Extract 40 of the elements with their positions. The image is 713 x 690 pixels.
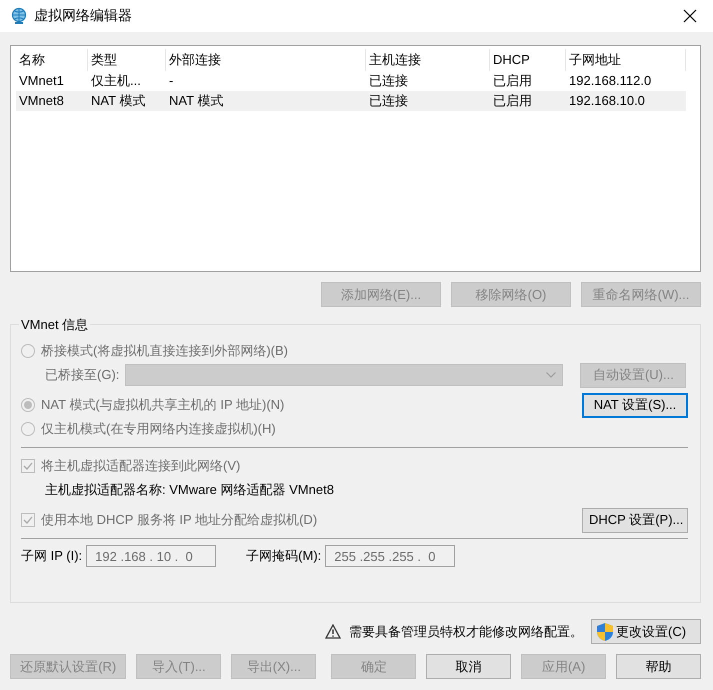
change-settings-button[interactable]: 更改设置(C)	[591, 619, 701, 644]
globe-icon	[10, 7, 28, 25]
field-label: 已桥接至(G):	[45, 366, 120, 384]
shield-icon	[596, 622, 614, 642]
checkbox-label: 使用本地 DHCP 服务将 IP 地址分配给虚拟机(D)	[41, 511, 318, 529]
table-cell[interactable]: VMnet8	[16, 91, 88, 111]
dialog-button[interactable]: 取消	[426, 654, 512, 679]
group-title: VMnet 信息	[19, 316, 90, 334]
table-cell[interactable]: 仅主机...	[88, 71, 166, 91]
radio-label: 桥接模式(将虚拟机直接连接到外部网络)(B)	[41, 342, 288, 360]
window-title: 虚拟网络编辑器	[34, 7, 133, 25]
column-header[interactable]: 外部连接	[166, 49, 366, 71]
dhcp-settings-button[interactable]: DHCP 设置(P)...	[582, 508, 688, 532]
chevron-down-icon	[546, 372, 556, 378]
table-cell[interactable]: 已连接	[366, 71, 490, 91]
radio-label: 仅主机模式(在专用网络内连接虚拟机)(H)	[41, 420, 276, 438]
nat-settings-button[interactable]: NAT 设置(S)...	[582, 392, 688, 418]
table-cell[interactable]: 192.168.10.0	[566, 91, 686, 111]
column-header[interactable]: 类型	[88, 49, 166, 71]
column-header[interactable]: 名称	[16, 49, 88, 71]
field-label: 子网 IP (I):	[21, 547, 82, 565]
warning-icon	[325, 624, 341, 639]
column-header[interactable]: 子网地址	[566, 49, 686, 71]
table-cell[interactable]: -	[166, 71, 366, 91]
table-cell[interactable]: VMnet1	[16, 71, 88, 91]
radio-label: NAT 模式(与虚拟机共享主机的 IP 地址)(N)	[41, 396, 284, 414]
close-icon[interactable]	[683, 9, 697, 23]
table-cell[interactable]: NAT 模式	[88, 91, 166, 111]
field-label: 子网掩码(M):	[246, 547, 322, 565]
dialog-button[interactable]: 帮助	[616, 654, 702, 679]
admin-notice: 需要具备管理员特权才能修改网络配置。	[349, 622, 583, 640]
adapter-name-text: 主机虚拟适配器名称: VMware 网络适配器 VMnet8	[45, 481, 334, 499]
table-cell[interactable]: 192.168.112.0	[566, 71, 686, 91]
table-cell[interactable]: NAT 模式	[166, 91, 366, 111]
checkbox-label: 将主机虚拟适配器连接到此网络(V)	[41, 457, 240, 475]
table-cell[interactable]: 已连接	[366, 91, 490, 111]
table-cell[interactable]: 已启用	[490, 91, 566, 111]
table-cell[interactable]: 已启用	[490, 71, 566, 91]
column-header[interactable]: 主机连接	[366, 49, 490, 71]
column-header[interactable]: DHCP	[490, 49, 566, 71]
